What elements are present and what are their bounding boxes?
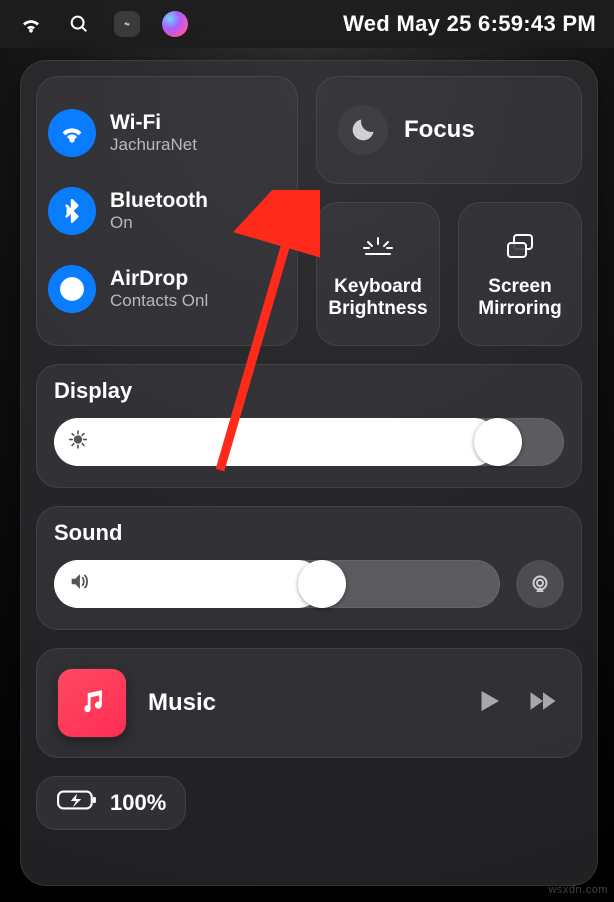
battery-tile[interactable]: 100% <box>36 776 186 830</box>
search-icon[interactable] <box>66 11 92 37</box>
sound-slider[interactable] <box>54 560 500 608</box>
display-tile: Display <box>36 364 582 488</box>
right-column: Focus KeyboardBrightness ScreenMirroring <box>316 76 582 346</box>
music-tile[interactable]: Music <box>36 648 582 758</box>
row-top: Wi-Fi JachuraNet Bluetooth On <box>36 76 582 346</box>
wifi-status: JachuraNet <box>110 135 197 155</box>
wifi-label: Wi-Fi <box>110 111 197 135</box>
siri-icon[interactable] <box>162 11 188 37</box>
airdrop-row[interactable]: AirDrop Contacts Onl <box>48 265 286 313</box>
battery-label: 100% <box>110 790 166 816</box>
volume-icon <box>68 571 90 598</box>
control-center-panel: Wi-Fi JachuraNet Bluetooth On <box>20 60 598 886</box>
airdrop-icon[interactable] <box>48 265 96 313</box>
bluetooth-status: On <box>110 213 208 233</box>
chevron-right-icon[interactable] <box>258 200 276 223</box>
menubar-datetime[interactable]: Wed May 25 6:59:43 PM <box>343 11 596 37</box>
wifi-icon[interactable] <box>18 11 44 37</box>
keyboard-brightness-label: KeyboardBrightness <box>328 276 427 320</box>
keyboard-brightness-tile[interactable]: KeyboardBrightness <box>316 202 440 346</box>
bluetooth-row[interactable]: Bluetooth On <box>48 187 286 235</box>
focus-tile[interactable]: Focus <box>316 76 582 184</box>
battery-charging-icon <box>56 788 98 818</box>
airplay-audio-button[interactable] <box>516 560 564 608</box>
display-title: Display <box>54 378 564 404</box>
airdrop-label: AirDrop <box>110 267 208 291</box>
wifi-icon[interactable] <box>48 109 96 157</box>
menubar: Wed May 25 6:59:43 PM <box>0 0 614 48</box>
bluetooth-icon[interactable] <box>48 187 96 235</box>
forward-button[interactable] <box>526 686 560 721</box>
sound-tile: Sound <box>36 506 582 630</box>
airdrop-status: Contacts Onl <box>110 291 208 311</box>
screen-mirroring-tile[interactable]: ScreenMirroring <box>458 202 582 346</box>
music-label: Music <box>148 689 452 717</box>
control-center-icon[interactable] <box>114 11 140 37</box>
watermark: wsxdn.com <box>548 884 608 896</box>
bluetooth-label: Bluetooth <box>110 189 208 213</box>
sound-title: Sound <box>54 520 564 546</box>
brightness-icon <box>68 430 88 455</box>
screen-mirroring-label: ScreenMirroring <box>478 276 561 320</box>
music-artwork <box>58 669 126 737</box>
display-slider[interactable] <box>54 418 564 466</box>
play-button[interactable] <box>474 686 504 721</box>
connectivity-tile: Wi-Fi JachuraNet Bluetooth On <box>36 76 298 346</box>
moon-icon <box>338 105 388 155</box>
wifi-row[interactable]: Wi-Fi JachuraNet <box>48 109 286 157</box>
focus-label: Focus <box>404 116 475 144</box>
